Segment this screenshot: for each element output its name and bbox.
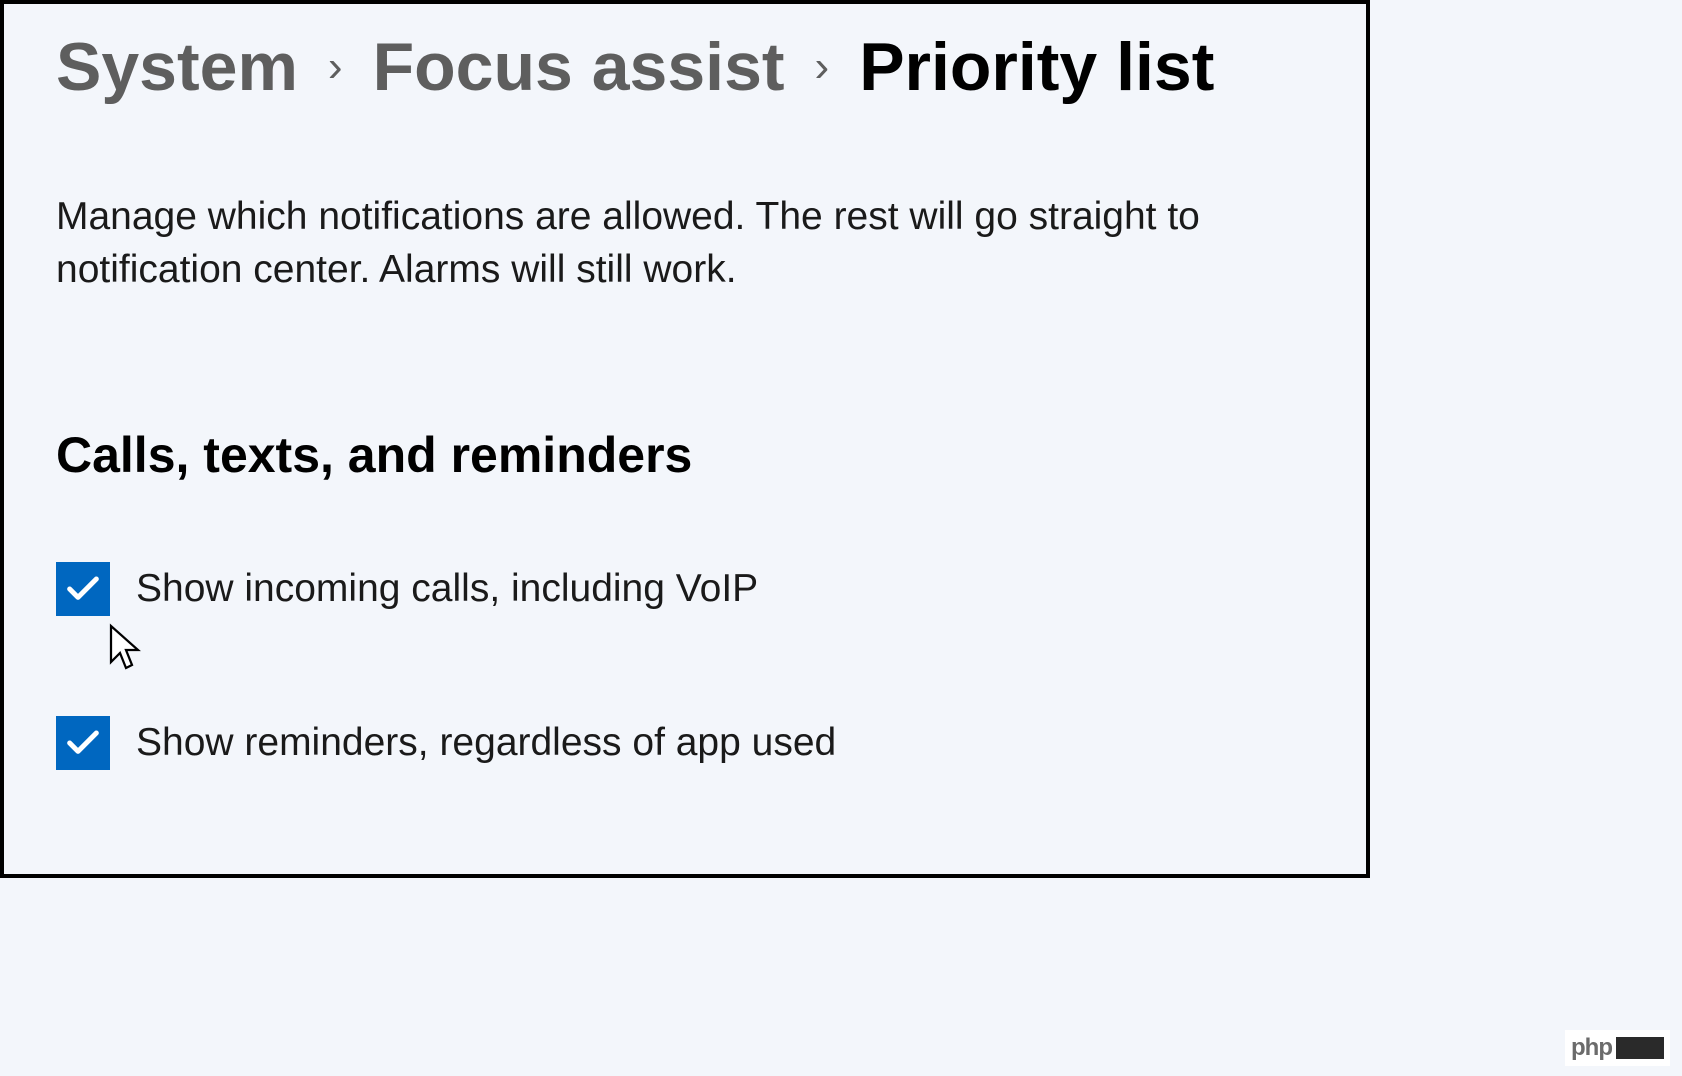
watermark: php [1565, 1030, 1670, 1066]
breadcrumb-focus-assist[interactable]: Focus assist [373, 28, 785, 106]
checkbox-row-incoming-calls: Show incoming calls, including VoIP [56, 562, 1314, 616]
watermark-bar [1616, 1037, 1664, 1059]
watermark-text: php [1571, 1034, 1612, 1062]
breadcrumb: System › Focus assist › Priority list [56, 28, 1314, 106]
checkbox-row-reminders: Show reminders, regardless of app used [56, 716, 1314, 770]
breadcrumb-priority-list: Priority list [859, 28, 1214, 106]
checkbox-incoming-calls[interactable] [56, 562, 110, 616]
checkmark-icon [63, 569, 103, 609]
chevron-right-icon: › [328, 42, 343, 92]
checkbox-label-incoming-calls: Show incoming calls, including VoIP [136, 567, 758, 611]
breadcrumb-system[interactable]: System [56, 28, 298, 106]
section-heading-calls: Calls, texts, and reminders [56, 426, 1314, 484]
checkmark-icon [63, 723, 103, 763]
page-description: Manage which notifications are allowed. … [56, 191, 1236, 296]
chevron-right-icon: › [815, 42, 830, 92]
checkbox-label-reminders: Show reminders, regardless of app used [136, 721, 836, 765]
checkbox-reminders[interactable] [56, 716, 110, 770]
